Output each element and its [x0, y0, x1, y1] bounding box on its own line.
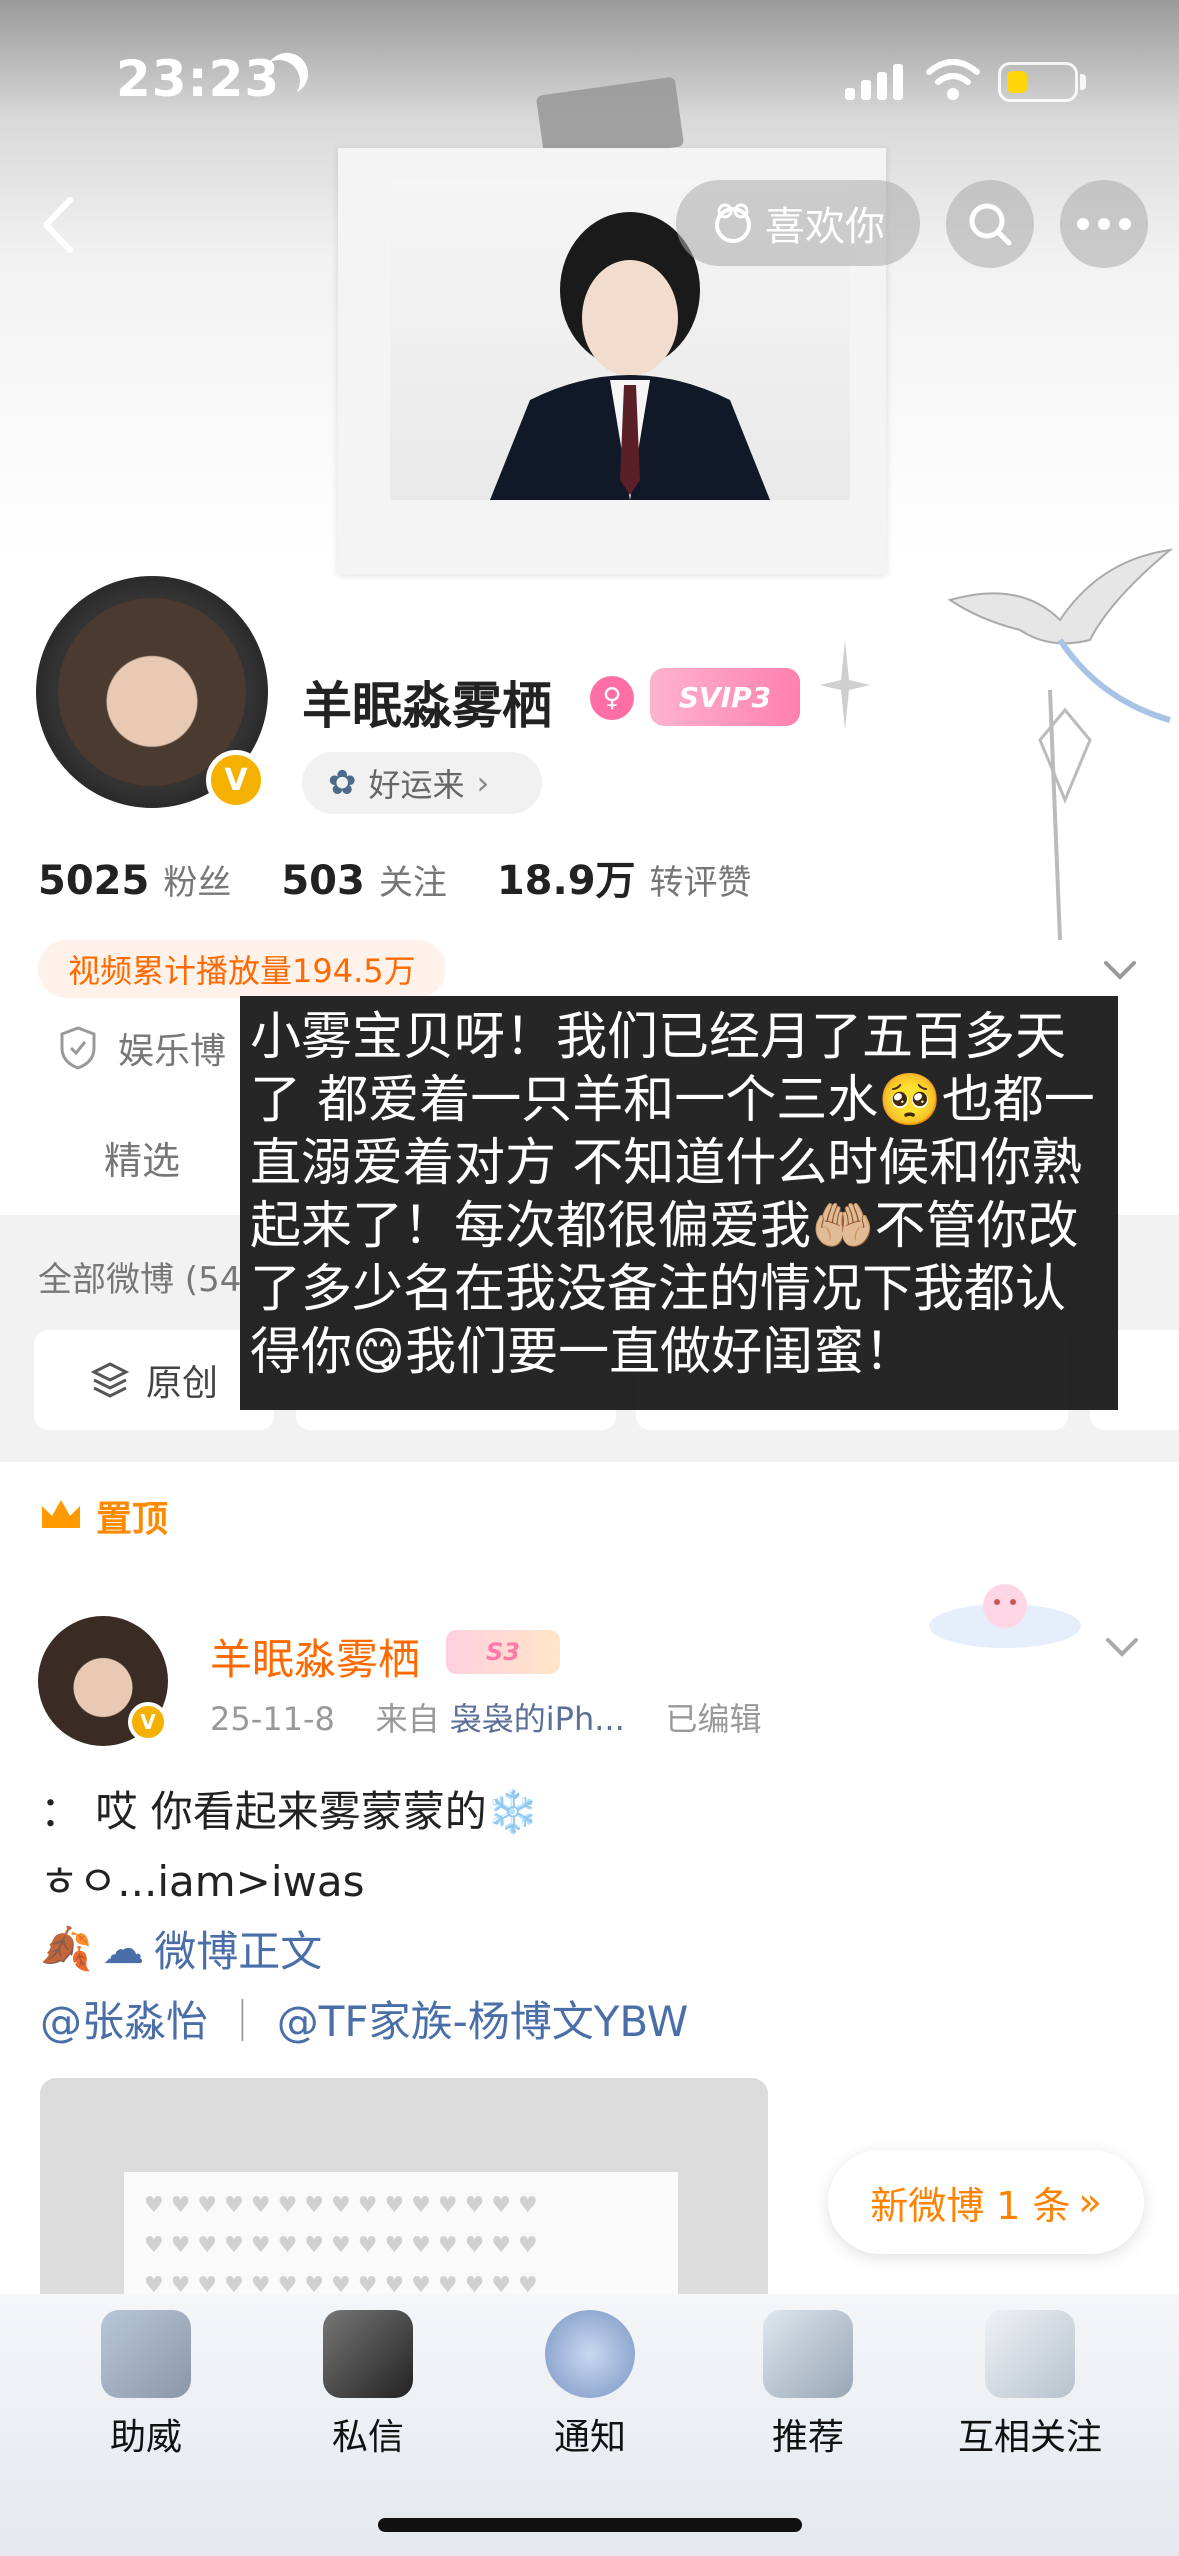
sheep-icon: [715, 203, 751, 243]
cloud-bunny-decoration: [929, 1584, 1081, 1648]
post-meta: 25-11-8 来自 袅袅的iPh... 已编辑: [210, 1694, 761, 1740]
message-overlay: 小雾宝贝呀！我们已经月了五百多天了 都爱着一只羊和一个三水🥺也都一直溺爱着对方 …: [240, 996, 1118, 1410]
entertainment-label: 娱乐博: [118, 1031, 227, 1072]
luck-button[interactable]: ✿ 好运来 ›: [302, 752, 542, 814]
battery-icon: [998, 62, 1078, 102]
new-weibo-button[interactable]: 新微博 1 条 »: [828, 2150, 1144, 2254]
pinned-label: 置顶: [96, 1499, 169, 1540]
back-button[interactable]: [30, 190, 90, 260]
leaf-icon: 🍂: [40, 1923, 93, 1973]
profile-name: 羊眠淼雾栖: [302, 677, 552, 735]
chevron-down-icon[interactable]: [1102, 1632, 1142, 1662]
svg-text:♥ ♥ ♥ ♥ ♥ ♥ ♥ ♥ ♥ ♥ ♥ ♥ ♥ ♥ ♥: ♥ ♥ ♥ ♥ ♥ ♥ ♥ ♥ ♥ ♥ ♥ ♥ ♥ ♥ ♥: [144, 2233, 538, 2258]
chevron-right-icon: ›: [476, 764, 490, 802]
chevron-left-icon: [43, 197, 73, 253]
post-author-name[interactable]: 羊眠淼雾栖: [210, 1626, 420, 1687]
nav-mutual-follow[interactable]: 互相关注: [930, 2310, 1130, 2460]
home-indicator[interactable]: [378, 2518, 802, 2532]
battery-level: [1007, 71, 1027, 93]
interactions-label[interactable]: 转评赞: [650, 855, 752, 904]
nav-mutual-follow-label: 互相关注: [957, 2417, 1102, 2458]
more-dots-icon: [1077, 218, 1131, 230]
mention-separator: ｜: [221, 1997, 264, 2046]
message-icon: [323, 2310, 413, 2398]
cross-icon: [101, 2310, 191, 2398]
layers-icon: [90, 1362, 130, 1398]
female-icon: ♀: [590, 676, 634, 720]
status-time: 23:23: [116, 50, 281, 108]
tab-featured[interactable]: 精选: [104, 1130, 180, 1185]
original-filter-chip[interactable]: 原创: [34, 1330, 274, 1430]
luck-label: 好运来: [368, 766, 465, 804]
mention-link[interactable]: @TF家族-杨博文YBW: [277, 1997, 688, 2046]
followers-count[interactable]: 5025: [38, 858, 149, 904]
clover-icon: ✿: [328, 763, 357, 803]
battery-tip: [1080, 74, 1086, 90]
chevron-down-icon[interactable]: [1100, 955, 1140, 985]
overlay-text: 小雾宝贝呀！我们已经月了五百多天了 都爱着一只羊和一个三水🥺也都一直溺爱着对方 …: [250, 1008, 1095, 1382]
nav-cheer-label: 助威: [109, 2417, 182, 2458]
mention-link[interactable]: @张淼怡: [40, 1997, 208, 2046]
nav-notifications-label: 通知: [553, 2417, 626, 2458]
shield-icon: [60, 1026, 96, 1070]
all-posts-filter[interactable]: 全部微博 (54: [38, 1252, 241, 1301]
pinned-row: 置顶: [38, 1490, 168, 1542]
post-text-line: 🍂 ☁ 微博正文: [40, 1918, 322, 1979]
full-text-link[interactable]: 微博正文: [154, 1918, 322, 1979]
chevron-double-down-icon: »: [1078, 2180, 1102, 2224]
nav-recommend[interactable]: 推荐: [708, 2310, 908, 2460]
sparkle-icon: [820, 640, 870, 730]
post-text-line: ㅎㅇ...iam>iwas: [40, 1857, 365, 1906]
rose-icon: [545, 2310, 635, 2398]
crown-icon: [42, 1500, 80, 1528]
post-from: 来自: [375, 1700, 440, 1738]
post-date: 25-11-8: [210, 1700, 335, 1738]
like-you-button[interactable]: 喜欢你: [676, 180, 920, 266]
verified-badge-icon: V: [128, 1702, 168, 1742]
post-edited: 已编辑: [665, 1700, 762, 1738]
search-icon: [969, 203, 1012, 246]
video-views-tag[interactable]: 视频累计播放量194.5万: [38, 940, 446, 998]
bird-decoration: [947, 548, 1174, 941]
profile-stats: 5025 粉丝 503 关注 18.9万 转评赞: [38, 848, 788, 906]
interactions-count[interactable]: 18.9万: [497, 848, 636, 906]
post-text-line: ： 哎 你看起来雾蒙蒙的❄️: [40, 1787, 539, 1836]
svip-badge[interactable]: SVIP3: [650, 668, 800, 726]
svg-text:♥ ♥ ♥ ♥ ♥ ♥ ♥ ♥ ♥ ♥ ♥ ♥ ♥ ♥ ♥: ♥ ♥ ♥ ♥ ♥ ♥ ♥ ♥ ♥ ♥ ♥ ♥ ♥ ♥ ♥: [144, 2193, 538, 2218]
verified-badge-icon: V: [206, 750, 266, 810]
nav-messages[interactable]: 私信: [268, 2310, 468, 2460]
mention-row: @张淼怡 ｜ @TF家族-杨博文YBW: [40, 1988, 688, 2049]
nav-recommend-label: 推荐: [771, 2417, 844, 2458]
post-source[interactable]: 袅袅的iPh...: [450, 1700, 625, 1738]
like-you-label: 喜欢你: [765, 204, 885, 250]
entertainment-row[interactable]: 娱乐博: [58, 1022, 226, 1074]
following-label[interactable]: 关注: [379, 855, 447, 904]
following-count[interactable]: 503: [281, 858, 365, 904]
original-filter-label: 原创: [145, 1363, 218, 1404]
followers-label[interactable]: 粉丝: [163, 855, 231, 904]
cellular-signal-icon: [845, 60, 905, 100]
search-button[interactable]: [946, 180, 1034, 268]
level-badge[interactable]: S3: [446, 1630, 560, 1674]
wifi-icon: [925, 58, 981, 102]
bird-icon: [985, 2310, 1075, 2398]
nav-cheer[interactable]: 助威: [46, 2310, 246, 2460]
link-icon: ☁: [102, 1924, 145, 1973]
more-button[interactable]: [1060, 180, 1148, 268]
gift-box-icon: [763, 2310, 853, 2398]
nav-notifications[interactable]: 通知: [490, 2310, 690, 2460]
nav-messages-label: 私信: [331, 2417, 404, 2458]
new-weibo-label: 新微博 1 条: [870, 2183, 1071, 2228]
